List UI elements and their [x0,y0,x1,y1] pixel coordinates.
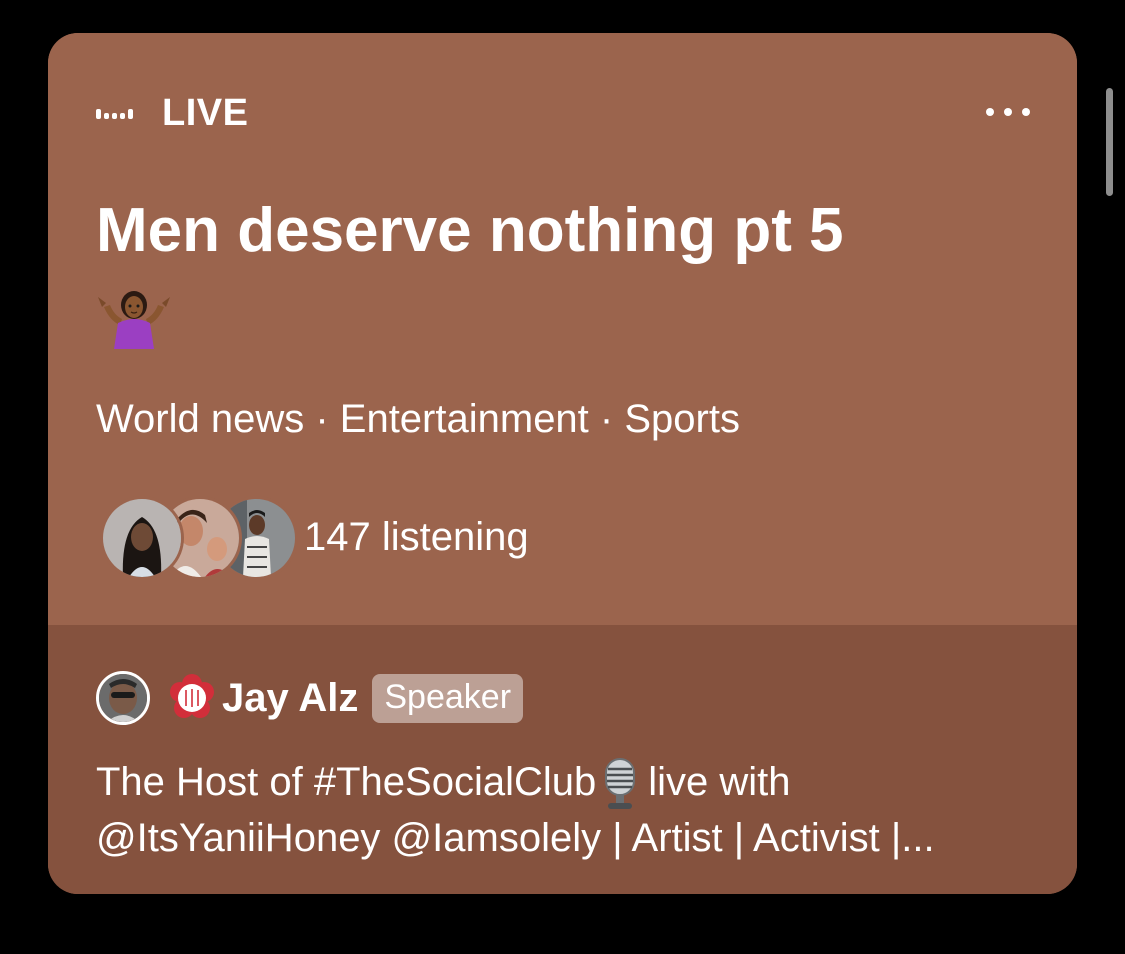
space-topics[interactable]: World news · Entertainment · Sports [96,395,740,443]
speaker-badge: Speaker [372,673,524,723]
hanko-badge-icon [170,674,214,718]
avatar [100,496,184,580]
space-title: Men deserve nothing pt 5 [96,196,844,265]
live-label: LIVE [162,91,249,134]
scrollbar-thumb[interactable] [1106,88,1113,196]
listener-avatars[interactable] [100,496,298,580]
host-info[interactable]: Jay Alz Speaker [96,667,524,729]
host-avatar[interactable] [96,671,150,725]
bio-line-1: The Host of #TheSocialClub live with [96,755,1036,811]
host-name[interactable]: Jay Alz [222,676,358,721]
studio-microphone-icon [605,758,636,810]
more-horizontal-icon [986,108,994,116]
broadcast-dots-icon [96,106,140,120]
listener-count: 147 listening [304,515,529,559]
host-bio: The Host of #TheSocialClub live with @It… [96,755,1036,865]
live-indicator: LIVE [96,91,249,134]
bio-line-2: @ItsYaniiHoney @Iamsolely | Artist | Act… [96,816,935,861]
space-card[interactable]: LIVE Men deserve nothing pt 5 World news… [48,33,1077,894]
more-options-button[interactable] [986,99,1030,125]
person-shrugging-emoji [98,291,170,349]
